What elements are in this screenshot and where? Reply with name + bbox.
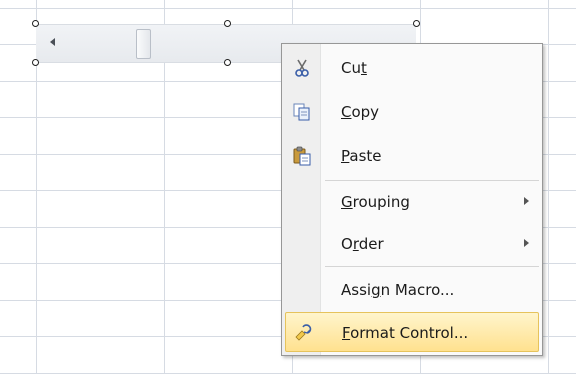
menu-item-label: Format Control... xyxy=(342,324,469,342)
scissors-icon xyxy=(295,59,309,77)
menu-item-grouping[interactable]: Grouping xyxy=(285,182,539,222)
menu-item-label: Order xyxy=(341,235,384,253)
menu-item-format-control[interactable]: Format Control... xyxy=(285,312,539,352)
copy-icon xyxy=(293,103,310,121)
scroll-thumb[interactable] xyxy=(136,29,151,59)
submenu-arrow-icon xyxy=(524,239,529,247)
submenu-arrow-icon xyxy=(524,197,529,205)
menu-separator xyxy=(325,266,539,267)
resize-handle-bottom-middle[interactable] xyxy=(224,59,231,66)
format-control-icon xyxy=(295,324,312,341)
row-gridline xyxy=(0,8,576,9)
menu-item-label: Grouping xyxy=(341,193,410,211)
column-gridline xyxy=(548,0,549,374)
resize-handle-top-middle[interactable] xyxy=(224,20,231,27)
menu-item-copy[interactable]: Copy xyxy=(285,92,539,132)
menu-item-label: Cut xyxy=(341,59,367,77)
menu-item-paste[interactable]: Paste xyxy=(285,136,539,176)
paste-icon xyxy=(293,146,311,166)
menu-item-cut[interactable]: Cut xyxy=(285,48,539,88)
menu-item-assign-macro[interactable]: Assign Macro... xyxy=(285,270,539,310)
menu-item-order[interactable]: Order xyxy=(285,224,539,264)
resize-handle-top-left[interactable] xyxy=(32,20,39,27)
menu-item-label: Paste xyxy=(341,147,382,165)
menu-item-label: Copy xyxy=(341,103,380,121)
menu-item-label: Assign Macro... xyxy=(341,281,455,299)
context-menu: Cut Copy Paste Grouping Order Assign Mac… xyxy=(281,43,543,356)
resize-handle-bottom-left[interactable] xyxy=(32,59,39,66)
resize-handle-top-right[interactable] xyxy=(413,20,420,27)
menu-separator xyxy=(325,180,539,181)
scroll-left-arrow-icon[interactable] xyxy=(50,38,55,46)
